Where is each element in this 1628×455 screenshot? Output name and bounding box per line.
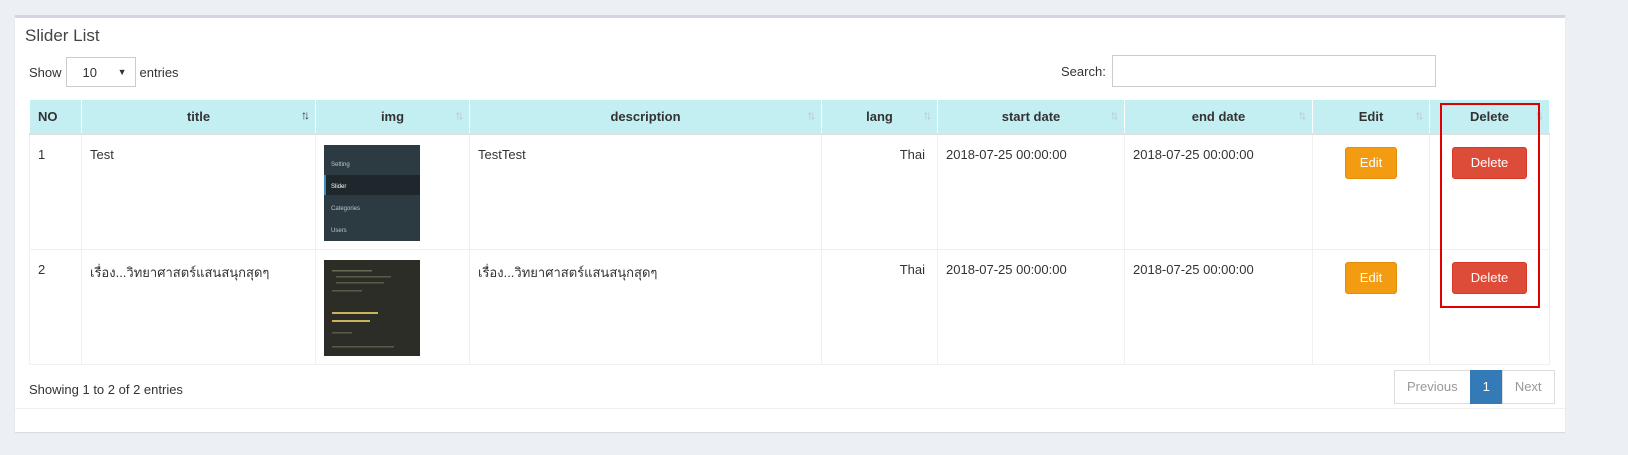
entries-select-value: 10 [82,64,97,80]
column-header-edit[interactable]: Edit ↑↓ [1312,99,1430,135]
page-1-button[interactable]: 1 [1469,370,1503,404]
thumb-text-categories: Categories [331,206,360,212]
column-header-lang[interactable]: lang ↑↓ [821,99,938,135]
next-page-button[interactable]: Next [1501,370,1555,404]
edit-button[interactable]: Edit [1344,261,1398,294]
cell-title: Test [81,133,316,250]
table-row: 2 เรื่อง...วิทยาศาสตร์แสนสนุกสุดๆ เรื่อง… [29,248,1550,365]
search-control: Search: [1061,55,1436,87]
sort-asc-icon: ↑↓ [301,108,310,122]
code-editor-screenshot-thumbnail [324,259,420,356]
sort-icon: ↑↓ [1415,108,1424,122]
highlight-annotation-box [1440,103,1540,308]
cell-edit: Edit [1312,248,1430,365]
table-info: Showing 1 to 2 of 2 entries [29,382,183,397]
thumb-text-setting: Setting [331,162,350,168]
sort-icon: ↑↓ [1110,108,1119,122]
thumb-text-slider: Slider [331,184,346,190]
sort-icon: ↑↓ [455,108,464,122]
cell-end-date: 2018-07-25 00:00:00 [1124,248,1313,365]
cell-start-date: 2018-07-25 00:00:00 [937,133,1125,250]
cell-no: 2 [29,248,82,365]
sort-icon: ↑↓ [807,108,816,122]
thumb-text-users: Users [331,228,347,234]
box-title: Slider List [25,26,100,45]
cell-description: เรื่อง...วิทยาศาสตร์แสนสนุกสุดๆ [469,248,822,365]
caret-down-icon: ▼ [117,67,127,77]
cell-no: 1 [29,133,82,250]
column-header-no[interactable]: NO [29,99,82,135]
cell-start-date: 2018-07-25 00:00:00 [937,248,1125,365]
cell-img: Setting Slider Categories Users [315,133,470,250]
previous-page-button[interactable]: Previous [1394,370,1471,404]
sort-icon: ↑↓ [1298,108,1307,122]
entries-select[interactable]: 10 ▼ [65,57,136,87]
search-input[interactable] [1111,55,1436,87]
sort-icon: ↑↓ [923,108,932,122]
column-header-end-date[interactable]: end date ↑↓ [1124,99,1313,135]
column-header-description[interactable]: description ↑↓ [469,99,822,135]
column-header-img[interactable]: img ↑↓ [315,99,470,135]
search-label: Search: [1061,63,1106,79]
column-header-start-date[interactable]: start date ↑↓ [937,99,1125,135]
table-header-row: NO title ↑↓ img ↑↓ description ↑↓ lang ↑↓ st… [29,99,1550,135]
cell-end-date: 2018-07-25 00:00:00 [1124,133,1313,250]
show-label: Show [29,64,62,80]
box-footer-divider [15,408,1565,409]
cell-lang: Thai [821,248,938,365]
slider-table: NO title ↑↓ img ↑↓ description ↑↓ lang ↑↓ st… [29,99,1550,365]
cell-img [315,248,470,365]
cell-edit: Edit [1312,133,1430,250]
cell-lang: Thai [821,133,938,250]
pagination: Previous 1 Next [1394,370,1555,404]
cell-description: TestTest [469,133,822,250]
column-header-title[interactable]: title ↑↓ [81,99,316,135]
table-row: 1 Test Setting Slider Categories Users T… [29,133,1550,250]
edit-button[interactable]: Edit [1344,146,1398,179]
length-control: Show 10 ▼ entries [29,57,179,87]
entries-label: entries [139,64,179,80]
cell-title: เรื่อง...วิทยาศาสตร์แสนสนุกสุดๆ [81,248,316,365]
sidebar-menu-screenshot-thumbnail: Setting Slider Categories Users [324,144,420,241]
